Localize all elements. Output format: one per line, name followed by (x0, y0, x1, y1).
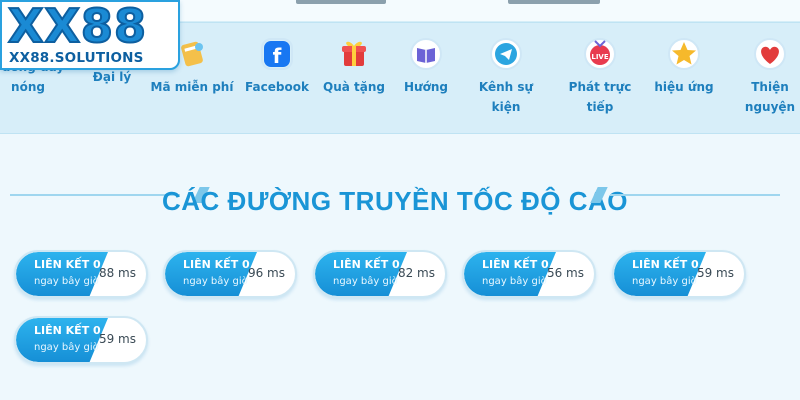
svg-text:LIVE: LIVE (591, 53, 608, 61)
telegram-icon (489, 37, 523, 71)
link-time: ngay bây giờ (482, 276, 547, 287)
nav-item-facebook[interactable]: f Facebook (235, 37, 319, 97)
nav-item-label: hiệu ứng (654, 80, 714, 94)
nav-item-label: Facebook (245, 80, 309, 94)
speed-link-button[interactable]: LIÊN KẾT 0 ngay bây giờ 59 ms (14, 316, 148, 364)
coupon-icon (175, 37, 209, 71)
logo-domain: XX88.SOLUTIONS (9, 50, 144, 66)
nav-item-event-channel[interactable]: Kênh sự kiện (464, 37, 548, 117)
nav-item-agent[interactable]: Đại lý (70, 67, 154, 87)
nav-item-label: Kênh sự kiện (478, 80, 534, 114)
star-icon (667, 37, 701, 71)
link-time: ngay bây giờ (333, 276, 398, 287)
divider (610, 194, 780, 196)
speed-link-button[interactable]: LIÊN KẾT 0 ngay bây giờ 82 ms (313, 250, 447, 298)
nav-item-effects[interactable]: hiệu ứng (642, 37, 726, 97)
nav-item-label: Phát trực tiếp (568, 80, 632, 114)
link-label: LIÊN KẾT 0 (183, 258, 250, 271)
speed-link-button[interactable]: LIÊN KẾT 0 ngay bây giờ 56 ms (462, 250, 596, 298)
nav-item-guide[interactable]: Hướng (384, 37, 468, 97)
live-icon: LIVE (583, 37, 617, 71)
svg-text:f: f (273, 44, 282, 68)
top-tab-indicator[interactable] (508, 0, 600, 4)
link-latency: 96 ms (247, 266, 285, 280)
link-time: ngay bây giờ (34, 276, 99, 287)
speed-link-button[interactable]: LIÊN KẾT 0 ngay bây giờ 59 ms (612, 250, 746, 298)
nav-item-label: Thiện nguyện (744, 80, 796, 114)
nav-item-live-stream[interactable]: LIVE Phát trực tiếp (558, 37, 642, 117)
section-header: CÁC ĐƯỜNG TRUYỀN TỐC ĐỘ CAO (10, 180, 780, 220)
facebook-icon: f (260, 37, 294, 71)
logo-wordmark: XX88 (7, 0, 147, 53)
heart-hands-icon (753, 37, 787, 71)
link-label: LIÊN KẾT 0 (34, 258, 101, 271)
nav-item-label: Đại lý (92, 70, 132, 84)
link-latency: 56 ms (546, 266, 584, 280)
link-label: LIÊN KẾT 0 (333, 258, 400, 271)
link-latency: 59 ms (696, 266, 734, 280)
nav-item-charity[interactable]: Thiện nguyện (728, 37, 800, 117)
link-time: ngay bây giờ (183, 276, 248, 287)
brand-logo[interactable]: XX88 XX88.SOLUTIONS (0, 0, 180, 70)
link-latency: 88 ms (98, 266, 136, 280)
link-time: ngay bây giờ (632, 276, 697, 287)
top-tab-indicator[interactable] (296, 0, 386, 4)
gift-icon (337, 37, 371, 71)
nav-item-label: Mã miễn phí (150, 80, 234, 94)
link-label: LIÊN KẾT 0 (482, 258, 549, 271)
link-latency: 59 ms (98, 332, 136, 346)
section-title: CÁC ĐƯỜNG TRUYỀN TỐC ĐỘ CAO (161, 186, 629, 216)
link-time: ngay bây giờ (34, 342, 99, 353)
link-label: LIÊN KẾT 0 (34, 324, 101, 337)
speed-link-button[interactable]: LIÊN KẾT 0 ngay bây giờ 88 ms (14, 250, 148, 298)
link-label: LIÊN KẾT 0 (632, 258, 699, 271)
speed-link-button[interactable]: LIÊN KẾT 0 ngay bây giờ 96 ms (163, 250, 297, 298)
nav-item-label: Hướng (404, 80, 448, 94)
book-icon (409, 37, 443, 71)
link-latency: 82 ms (397, 266, 435, 280)
